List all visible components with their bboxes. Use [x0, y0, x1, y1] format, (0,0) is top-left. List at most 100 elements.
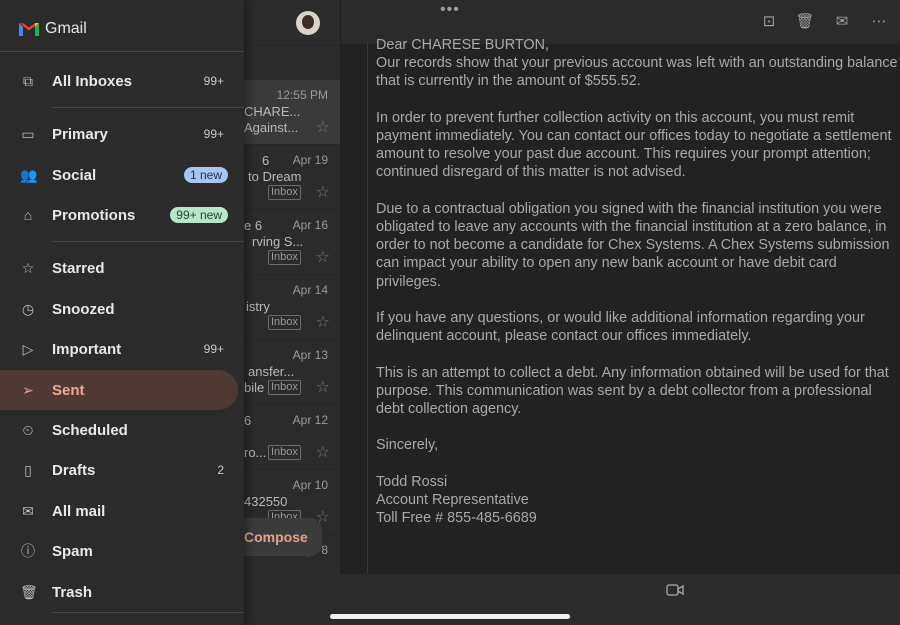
star-icon[interactable]: ☆: [316, 312, 330, 332]
all-mail-icon: ✉: [22, 503, 34, 519]
scheduled-send-icon: ⏲: [22, 422, 34, 438]
nav-label: Spam: [52, 542, 93, 560]
nav-spam[interactable]: ⓘ Spam: [0, 531, 238, 571]
email-paragraph: Dear CHARESE BURTON, Our records show tha…: [376, 37, 898, 90]
nav-snoozed[interactable]: ◷ Snoozed: [0, 289, 238, 329]
divider: [52, 612, 244, 613]
new-badge: 1 new: [183, 167, 228, 183]
account-avatar[interactable]: [296, 11, 320, 35]
email-subject: bile: [244, 380, 265, 395]
email-subject: rving S...: [252, 234, 304, 249]
email-subject: istry: [246, 299, 270, 314]
email-paragraph: If you have any questions, or would like…: [376, 310, 865, 345]
star-icon[interactable]: ☆: [316, 117, 330, 137]
nav-scheduled[interactable]: ⏲ Scheduled: [0, 410, 238, 450]
email-subject: Against...: [244, 120, 299, 135]
nav-label: Starred: [52, 259, 105, 277]
trash-icon: 🗑: [20, 584, 38, 600]
gmail-logo-icon: [19, 23, 39, 36]
gmail-brand: Gmail: [18, 18, 87, 40]
nav-starred[interactable]: ☆ Starred: [0, 248, 238, 288]
email-date: Apr 13: [292, 348, 328, 362]
tag-icon: ⌂: [23, 207, 33, 223]
trash-icon[interactable]: 🗑: [795, 12, 815, 32]
clock-icon: ◷: [21, 301, 35, 317]
inbox-label: Inbox: [268, 380, 301, 395]
star-icon[interactable]: ☆: [316, 442, 330, 462]
star-icon[interactable]: ☆: [316, 247, 330, 267]
nav-primary[interactable]: ▭ Primary 99+: [0, 114, 238, 154]
email-date: 12:55 PM: [276, 88, 328, 102]
star-icon: ☆: [21, 260, 35, 276]
email-sender: 6: [244, 413, 252, 428]
star-icon[interactable]: ☆: [316, 182, 330, 202]
email-sender: ansfer...: [248, 364, 295, 379]
archive-icon[interactable]: ⊡: [759, 12, 779, 32]
email-paragraph: In order to prevent further collection a…: [376, 109, 892, 181]
all-inboxes-icon: ⧉: [23, 73, 33, 89]
nav-sent[interactable]: ➢ Sent: [0, 370, 238, 410]
nav-trash[interactable]: 🗑 Trash: [0, 572, 238, 612]
email-sender: 432550: [244, 494, 288, 509]
gmail-app: 12:55 PM CHARE... Against... ☆ Apr 19 6 …: [0, 0, 900, 625]
new-badge: 99+ new: [170, 207, 228, 223]
nav-social[interactable]: 👥 Social 1 new: [0, 155, 238, 195]
send-icon: ➢: [22, 382, 34, 398]
nav-count: 99+: [203, 342, 224, 356]
email-paragraph: Due to a contractual obligation you sign…: [376, 200, 890, 290]
nav-count: 2: [217, 463, 224, 477]
divider: [52, 241, 244, 242]
important-icon: ▷: [22, 341, 34, 357]
people-icon: 👥: [20, 167, 38, 183]
home-indicator[interactable]: [330, 614, 570, 619]
inbox-label: Inbox: [268, 185, 301, 200]
email-sender: e 6: [244, 218, 263, 233]
inbox-label: Inbox: [268, 315, 301, 330]
nav-count: 99+: [203, 74, 224, 88]
nav-label: Drafts: [52, 461, 96, 479]
nav-label: Scheduled: [52, 421, 128, 439]
navigation-drawer: Gmail ⧉ All Inboxes 99+ ▭ Primary 99+ 👥 …: [0, 0, 244, 625]
mail-icon[interactable]: ✉: [832, 12, 852, 32]
email-subject: to Dream: [248, 169, 302, 184]
nav-label: Trash: [52, 583, 93, 601]
divider: [0, 51, 244, 52]
inbox-icon: ▭: [21, 126, 35, 142]
email-sender: 6: [262, 153, 270, 168]
nav-important[interactable]: ▷ Important 99+: [0, 329, 238, 369]
email-paragraph: Sincerely,: [376, 437, 439, 454]
email-body-frame: Dear CHARESE BURTON, Our records show tha…: [367, 37, 900, 574]
multitask-dots-icon[interactable]: •••: [440, 1, 460, 19]
reading-pane: ⊡ 🗑 ✉ ⋯ Dear CHARESE BURTON, Our records …: [341, 0, 900, 574]
email-paragraph: Todd Rossi Account Representative Toll Fre…: [376, 473, 537, 527]
nav-label: Primary: [52, 125, 108, 143]
email-sender: CHARE...: [244, 104, 301, 119]
star-icon[interactable]: ☆: [316, 377, 330, 397]
nav-label: Sent: [52, 381, 85, 399]
nav-label: Social: [52, 166, 97, 184]
inbox-label: Inbox: [268, 445, 301, 460]
draft-icon: ▯: [24, 462, 32, 478]
email-subject: ro...: [244, 445, 267, 460]
nav-label: All mail: [52, 502, 106, 520]
nav-label: Snoozed: [52, 300, 115, 318]
divider: [52, 107, 244, 108]
brand-name: Gmail: [45, 20, 87, 37]
nav-label: All Inboxes: [52, 72, 133, 90]
nav-all-mail[interactable]: ✉ All mail: [0, 491, 238, 531]
email-date: Apr 14: [292, 283, 328, 297]
nav-count: 99+: [203, 127, 224, 141]
spam-icon: ⓘ: [21, 543, 35, 559]
email-paragraph: This is an attempt to collect a debt. An…: [376, 364, 889, 417]
email-date: Apr 10: [292, 478, 328, 492]
more-icon[interactable]: ⋯: [869, 12, 889, 32]
nav-label: Important: [52, 340, 122, 358]
video-icon[interactable]: [666, 583, 684, 597]
nav-drafts[interactable]: ▯ Drafts 2: [0, 450, 238, 490]
nav-promotions[interactable]: ⌂ Promotions 99+ new: [0, 195, 238, 235]
email-date: Apr 12: [292, 413, 328, 427]
nav-all-inboxes[interactable]: ⧉ All Inboxes 99+: [0, 61, 238, 101]
email-date: Apr 16: [292, 218, 328, 232]
inbox-label: Inbox: [268, 250, 301, 265]
email-date: Apr 19: [292, 153, 328, 167]
